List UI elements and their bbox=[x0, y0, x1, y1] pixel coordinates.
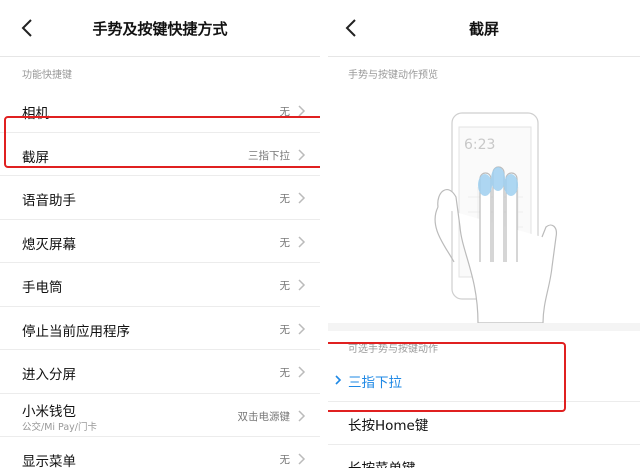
option-long-press-menu[interactable]: 长按菜单键 bbox=[328, 445, 640, 468]
chevron-right-icon bbox=[335, 375, 342, 385]
preview-label: 手势与按键动作预览 bbox=[348, 70, 438, 81]
row-value: 无 bbox=[279, 193, 291, 205]
row-flashlight[interactable]: 手电筒 无 bbox=[0, 263, 320, 307]
section-label: 功能快捷键 bbox=[22, 70, 72, 81]
gesture-shortcuts-screen: 手势及按键快捷方式 功能快捷键 相机 无 截屏 三指下拉 语音助手 无 熄灭屏幕… bbox=[0, 0, 320, 468]
row-label: 小米钱包 bbox=[22, 403, 76, 420]
option-three-finger-swipe[interactable]: 三指下拉 bbox=[328, 359, 640, 402]
option-label: 长按菜单键 bbox=[348, 457, 416, 468]
chevron-right-icon bbox=[298, 322, 306, 335]
option-label: 长按Home键 bbox=[348, 418, 429, 434]
gesture-illustration: 6:23 bbox=[434, 112, 557, 323]
row-label: 进入分屏 bbox=[22, 367, 76, 383]
row-show-menu[interactable]: 显示菜单 无 bbox=[0, 437, 320, 468]
panel-gap bbox=[320, 0, 328, 468]
chevron-right-icon bbox=[298, 366, 306, 378]
row-value: 无 bbox=[279, 280, 291, 292]
option-label: 三指下拉 bbox=[348, 375, 402, 391]
row-label: 熄灭屏幕 bbox=[22, 236, 76, 253]
option-long-press-home[interactable]: 长按Home键 bbox=[328, 402, 640, 445]
chevron-right-icon bbox=[298, 409, 306, 422]
section-separator bbox=[328, 323, 640, 331]
row-label: 显示菜单 bbox=[22, 454, 76, 468]
row-value: 无 bbox=[279, 367, 291, 379]
page-title: 手势及按键快捷方式 bbox=[92, 20, 228, 38]
gesture-preview: 6:23 bbox=[328, 87, 640, 323]
row-label: 停止当前应用程序 bbox=[22, 323, 130, 340]
row-value: 三指下拉 bbox=[248, 149, 290, 162]
row-value: 无 bbox=[279, 454, 291, 466]
row-label: 相机 bbox=[22, 106, 49, 122]
row-screenshot[interactable]: 截屏 三指下拉 bbox=[0, 133, 320, 176]
right-header: 截屏 bbox=[328, 0, 640, 56]
row-value: 无 bbox=[279, 323, 291, 336]
chevron-right-icon bbox=[298, 105, 306, 117]
page-title: 截屏 bbox=[468, 20, 499, 38]
chevron-right-icon bbox=[298, 148, 306, 161]
row-label: 语音助手 bbox=[22, 193, 76, 209]
left-header: 手势及按键快捷方式 bbox=[0, 0, 320, 56]
row-screen-off[interactable]: 熄灭屏幕 无 bbox=[0, 220, 320, 263]
row-stop-app[interactable]: 停止当前应用程序 无 bbox=[0, 307, 320, 350]
row-split-screen[interactable]: 进入分屏 无 bbox=[0, 350, 320, 394]
row-camera[interactable]: 相机 无 bbox=[0, 89, 320, 133]
screenshot-settings-screen: 截屏 手势与按键动作预览 6:23 可选手势与按键动作 三指下拉 长按Home键 bbox=[328, 0, 640, 468]
phone-time: 6:23 bbox=[464, 137, 495, 153]
chevron-right-icon bbox=[298, 279, 306, 291]
row-voice-assistant[interactable]: 语音助手 无 bbox=[0, 176, 320, 220]
thumb-outline bbox=[434, 206, 455, 263]
row-value: 无 bbox=[279, 106, 291, 118]
chevron-right-icon bbox=[298, 235, 306, 248]
row-sublabel: 公交/Mi Pay/门卡 bbox=[22, 421, 98, 433]
options-label: 可选手势与按键动作 bbox=[348, 344, 438, 355]
chevron-right-icon bbox=[298, 192, 306, 204]
row-value: 无 bbox=[279, 236, 291, 249]
row-label: 手电筒 bbox=[22, 280, 63, 296]
row-label: 截屏 bbox=[22, 149, 49, 166]
row-value: 双击电源键 bbox=[237, 410, 291, 423]
chevron-right-icon bbox=[298, 453, 306, 465]
row-mi-wallet[interactable]: 小米钱包 公交/Mi Pay/门卡 双击电源键 bbox=[0, 394, 320, 437]
